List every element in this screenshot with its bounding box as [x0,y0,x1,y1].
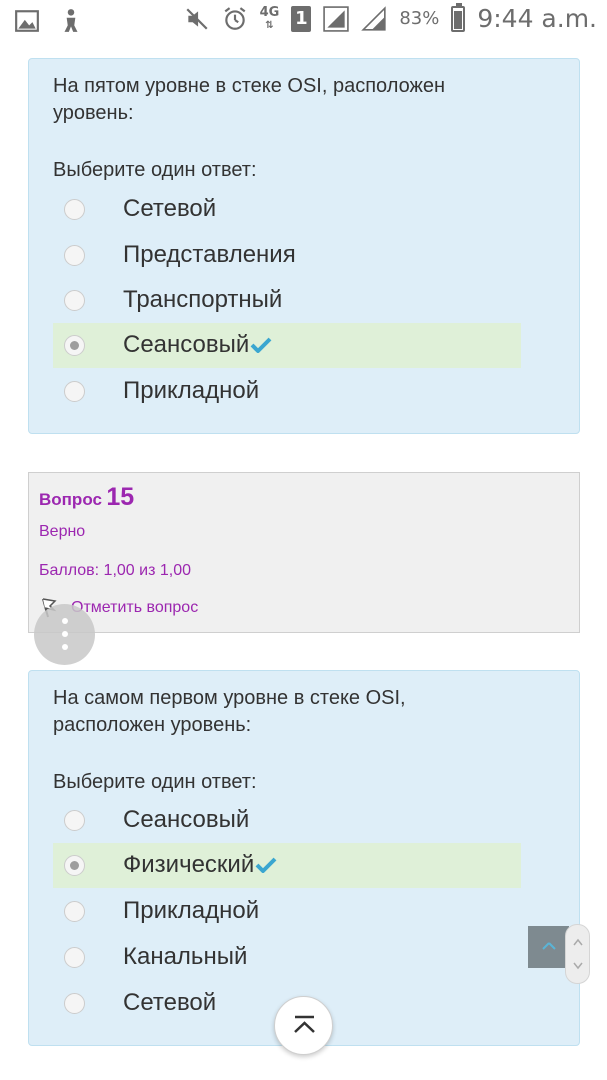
network-type-icon: 4G ⇅ [259,4,280,31]
scrollbar-handle[interactable] [565,924,590,984]
answer-option-correct[interactable]: Физический [53,843,521,888]
checkmark-icon [250,337,272,353]
arrow-up-bar-icon [294,1015,315,1033]
answer-label: Прикладной [123,897,260,924]
answer-prompt: Выберите один ответ: [53,771,257,793]
clock: 9:44 a.m. [477,4,597,33]
radio-button[interactable] [64,901,85,922]
radio-button[interactable] [64,290,85,311]
answer-label: Сеансовый [123,806,250,833]
question-state: Верно [39,523,86,540]
scroll-up-button[interactable] [528,926,569,968]
answer-prompt: Выберите один ответ: [53,159,257,181]
question-box: На самом первом уровне в стеке OSI, расп… [28,670,580,1046]
wifi-signal-icon [361,5,386,31]
answer-option[interactable]: Сетевой [53,187,521,232]
battery-percent: 83% [399,8,440,29]
answer-label: Транспортный [123,286,283,313]
question-number: Вопрос 15 [39,483,135,511]
chevron-up-icon [542,942,556,950]
answer-label: Представления [123,241,296,268]
answer-label: Прикладной [123,377,260,404]
radio-button[interactable] [64,993,85,1014]
question-box: На пятом уровне в стеке OSI, расположен … [28,58,580,434]
question-info-panel: Вопрос 15 Верно Баллов: 1,00 из 1,00 Отм… [28,472,580,633]
answer-option[interactable]: Сеансовый [53,798,521,843]
radio-button-selected[interactable] [64,855,85,876]
figure-notification-icon [64,9,78,32]
radio-button[interactable] [64,199,85,220]
answer-label: Сетевой [123,989,217,1016]
answer-option[interactable]: Канальный [53,935,521,980]
answer-label: Физический [123,851,277,879]
answer-label: Сеансовый [123,331,272,359]
status-bar: 4G ⇅ 1 83% 9:44 a.m. [0,0,607,40]
more-options-button[interactable] [34,604,95,665]
answer-option[interactable]: Прикладной [53,369,521,414]
radio-button[interactable] [64,810,85,831]
question-text: На пятом уровне в стеке OSI, расположен … [53,75,446,124]
battery-icon [451,2,466,32]
radio-button[interactable] [64,381,85,402]
scroll-arrows-icon [573,938,583,970]
question-grade: Баллов: 1,00 из 1,00 [39,562,191,579]
answer-label: Сетевой [123,195,217,222]
gallery-icon [15,10,39,32]
answer-option[interactable]: Прикладной [53,889,521,934]
signal-icon [323,5,350,32]
answer-option[interactable]: Транспортный [53,278,521,323]
alarm-icon [224,6,246,30]
radio-button[interactable] [64,245,85,266]
scroll-to-top-button[interactable] [274,996,333,1055]
mute-icon [186,7,208,30]
sim-icon: 1 [291,5,312,32]
radio-button[interactable] [64,947,85,968]
question-text: На самом первом уровне в стеке OSI, расп… [53,687,406,736]
answer-option-correct[interactable]: Сеансовый [53,323,521,368]
answer-label: Канальный [123,943,248,970]
answer-option[interactable]: Представления [53,233,521,278]
checkmark-icon [255,857,277,873]
radio-button-selected[interactable] [64,335,85,356]
